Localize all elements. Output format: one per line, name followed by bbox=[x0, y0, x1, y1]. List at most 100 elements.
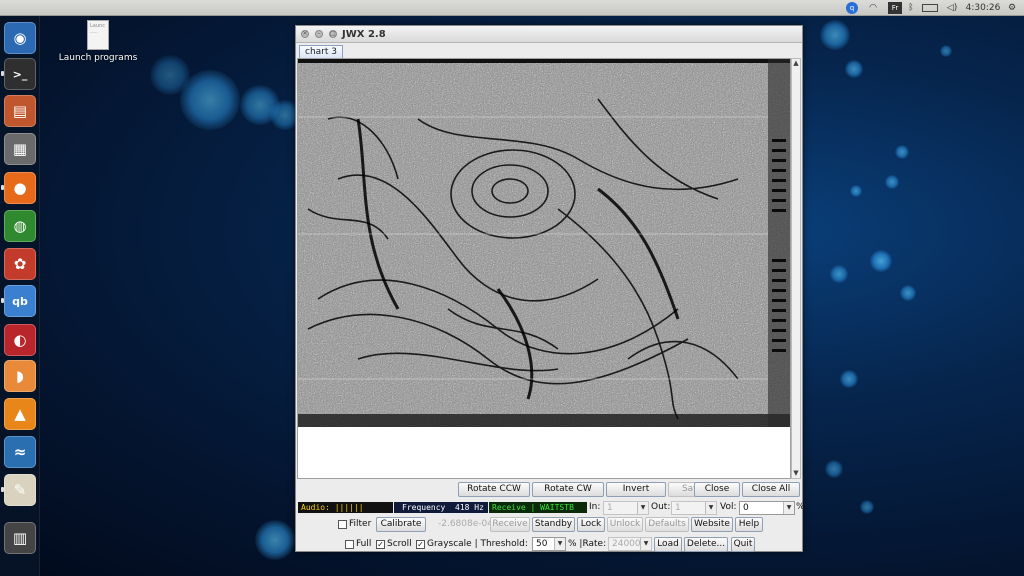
running-indicator bbox=[1, 298, 4, 303]
firefox-icon[interactable]: ● bbox=[4, 172, 36, 204]
bokeh-light bbox=[840, 370, 858, 388]
system-settings-icon[interactable]: ✿ bbox=[4, 248, 36, 280]
load-button[interactable]: Load bbox=[654, 537, 682, 552]
globe-network-icon[interactable]: ◍ bbox=[4, 210, 36, 242]
frequency-value: 418 Hz bbox=[452, 502, 488, 513]
ubuntu-logo-icon[interactable]: ◉ bbox=[4, 22, 36, 54]
bokeh-light bbox=[845, 60, 863, 78]
receive-status: Receive | WAITSTB bbox=[489, 502, 587, 513]
terminal-icon[interactable]: >_ bbox=[4, 58, 36, 90]
scroll-label: Scroll bbox=[387, 539, 412, 549]
window-titlebar[interactable]: × – □ JWX 2.8 bbox=[296, 26, 802, 43]
scroll-up-arrow-icon[interactable]: ▲ bbox=[792, 59, 800, 68]
help-button[interactable]: Help bbox=[735, 517, 763, 532]
bokeh-light bbox=[150, 55, 190, 95]
launcher: ◉ >_ ▤ ▦ ● ◍ ✿ qb ◐ ◗ ▲ ≈ ✎ ▥ bbox=[0, 16, 40, 576]
file-manager-icon[interactable]: ▤ bbox=[4, 95, 36, 127]
vertical-scrollbar[interactable]: ▲ ▼ bbox=[791, 58, 801, 479]
clock[interactable]: 4:30:26 bbox=[966, 2, 1001, 14]
full-checkbox[interactable] bbox=[345, 540, 354, 549]
rate-select[interactable]: 24000 ▼ bbox=[608, 537, 652, 551]
receive-button[interactable]: Receive bbox=[490, 517, 530, 532]
audio-in-value: 1 bbox=[607, 503, 613, 513]
power-gear-icon[interactable]: ⚙ bbox=[1006, 2, 1018, 14]
weather-fax-chart-image bbox=[298, 59, 790, 427]
bokeh-light bbox=[860, 500, 874, 514]
unlock-button[interactable]: Unlock bbox=[607, 517, 643, 532]
trash-icon[interactable]: ▥ bbox=[4, 522, 36, 554]
website-button[interactable]: Website bbox=[691, 517, 733, 532]
grayscale-checkbox[interactable]: ✓ bbox=[416, 540, 425, 549]
calibration-value: -2.6808e-04 bbox=[438, 519, 493, 529]
full-label: Full bbox=[356, 539, 372, 549]
frequency-label: Frequency bbox=[394, 502, 452, 513]
maximize-window-icon[interactable]: □ bbox=[329, 30, 337, 38]
threshold-select[interactable]: 50 ▼ bbox=[532, 537, 566, 551]
bokeh-light bbox=[885, 175, 899, 189]
threshold-value: 50 bbox=[536, 539, 548, 549]
desktop-icon-label: Launch programs bbox=[58, 53, 138, 63]
running-indicator bbox=[1, 487, 4, 492]
invert-button[interactable]: Invert bbox=[606, 482, 666, 497]
audio-out-select[interactable]: 1 ▼ bbox=[671, 501, 717, 515]
orange-app-icon[interactable]: ◗ bbox=[4, 360, 36, 392]
threshold-rate-label: % |Rate: bbox=[568, 539, 607, 549]
qbittorrent-icon[interactable]: qb bbox=[4, 285, 36, 317]
wifi-icon[interactable]: ◠ bbox=[866, 2, 880, 14]
calculator-icon[interactable]: ▦ bbox=[4, 133, 36, 165]
vlc-icon[interactable]: ▲ bbox=[4, 398, 36, 430]
audio-out-label: Out: bbox=[651, 502, 671, 512]
bokeh-light bbox=[255, 520, 295, 560]
bokeh-light bbox=[830, 265, 848, 283]
bluetooth-icon[interactable]: ᛒ bbox=[906, 2, 916, 14]
desktop-icon-launch-programs[interactable]: Launc..... Launch programs bbox=[58, 20, 138, 63]
volume-icon[interactable]: ◁) bbox=[946, 2, 958, 14]
filter-label: Filter bbox=[349, 519, 372, 529]
standby-button[interactable]: Standby bbox=[532, 517, 575, 532]
chevron-down-icon: ▼ bbox=[554, 538, 565, 550]
audio-in-label: In: bbox=[589, 502, 601, 512]
battery-icon[interactable] bbox=[922, 4, 938, 12]
close-window-icon[interactable]: × bbox=[301, 30, 309, 38]
window-title: JWX 2.8 bbox=[342, 29, 386, 40]
keyboard-layout-indicator[interactable]: Fr bbox=[888, 2, 902, 14]
grayscale-threshold-label: Grayscale | Threshold: bbox=[427, 539, 528, 549]
chart-viewport[interactable] bbox=[297, 58, 791, 479]
media-player-icon[interactable]: ◐ bbox=[4, 324, 36, 356]
bokeh-light bbox=[940, 45, 952, 57]
audio-out-value: 1 bbox=[675, 503, 681, 513]
lock-button[interactable]: Lock bbox=[577, 517, 605, 532]
close-all-button[interactable]: Close All bbox=[742, 482, 800, 497]
chevron-down-icon: ▼ bbox=[705, 502, 716, 514]
bokeh-light bbox=[825, 460, 843, 478]
dolphin-app-icon[interactable]: ≈ bbox=[4, 436, 36, 468]
qbittorrent-tray-icon[interactable]: q bbox=[846, 2, 858, 14]
text-editor-icon[interactable]: ✎ bbox=[4, 474, 36, 506]
chevron-down-icon: ▼ bbox=[637, 502, 648, 514]
bokeh-light bbox=[820, 20, 850, 50]
rotate-cw-button[interactable]: Rotate CW bbox=[532, 482, 604, 497]
scroll-down-arrow-icon[interactable]: ▼ bbox=[792, 469, 800, 478]
scroll-checkbox[interactable]: ✓ bbox=[376, 540, 385, 549]
rotate-ccw-button[interactable]: Rotate CCW bbox=[458, 482, 530, 497]
minimize-window-icon[interactable]: – bbox=[315, 30, 323, 38]
running-indicator bbox=[1, 185, 4, 190]
volume-label: Vol: bbox=[720, 502, 737, 512]
jwx-window: × – □ JWX 2.8 chart 3 ▲ ▼ Rotate CCW Rot… bbox=[295, 25, 805, 552]
tab-chart-3[interactable]: chart 3 bbox=[299, 45, 343, 58]
filter-checkbox[interactable] bbox=[338, 520, 347, 529]
volume-value: 0 bbox=[743, 503, 749, 513]
quit-button[interactable]: Quit bbox=[731, 537, 755, 552]
bokeh-light bbox=[850, 185, 862, 197]
audio-in-select[interactable]: 1 ▼ bbox=[603, 501, 649, 515]
volume-select[interactable]: 0 ▼ bbox=[739, 501, 795, 515]
bokeh-light bbox=[870, 250, 892, 272]
bokeh-light bbox=[895, 145, 909, 159]
top-panel: q ◠ Fr ᛒ ◁) 4:30:26 ⚙ bbox=[0, 0, 1024, 16]
audio-level-meter: Audio: |||||| bbox=[298, 502, 393, 513]
defaults-button[interactable]: Defaults bbox=[645, 517, 689, 532]
delete-button[interactable]: Delete... bbox=[684, 537, 728, 552]
document-icon: Launc..... bbox=[87, 20, 109, 50]
calibrate-button[interactable]: Calibrate bbox=[376, 517, 426, 532]
close-button[interactable]: Close bbox=[694, 482, 740, 497]
